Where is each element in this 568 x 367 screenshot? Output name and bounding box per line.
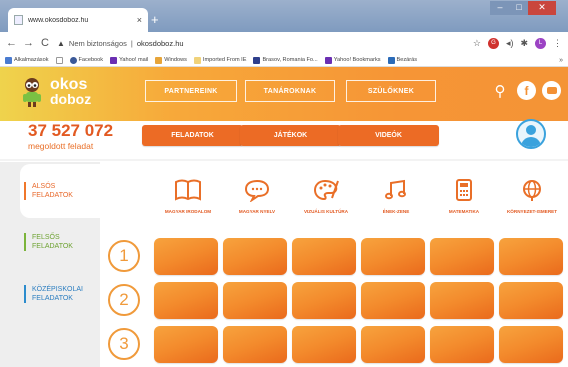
security-label: Nem biztonságos [68,38,127,48]
book-icon [175,179,201,201]
grade-1-badge: 1 [108,240,140,272]
grade-2-tile[interactable] [499,282,563,319]
calculator-icon [456,179,472,201]
bookmark-apps[interactable]: Alkalmazások [5,56,49,64]
sidebar-item-kozepiskolai[interactable]: KÖZÉPISKOLAI FELADATOK [24,285,98,303]
palette-icon [313,179,339,201]
tab-jatekok[interactable]: JÁTÉKOK [240,125,341,146]
warning-icon: ▲ [57,38,65,48]
back-icon[interactable]: ← [6,37,17,49]
grade-1-tile[interactable] [430,238,494,275]
google-icon [55,56,63,64]
browser-tab[interactable]: www.okosdoboz.hu × [8,8,148,32]
subject-enek-zene[interactable]: ÉNEK-ZENE [366,178,426,215]
grade-2-tile[interactable] [292,282,356,319]
grade-3-tile[interactable] [361,326,425,363]
windows-icon [155,56,163,64]
grade-3-tile[interactable] [154,326,218,363]
grade-1-tile[interactable] [292,238,356,275]
search-icon[interactable]: ⚲ [490,81,510,101]
tab-videok[interactable]: VIDEÓK [338,125,439,146]
reload-icon[interactable]: C [40,37,50,49]
page-icon [14,15,23,25]
bookmark-yahoo-mail[interactable]: Yahoo! mail [110,56,148,64]
grade-3-badge: 3 [108,328,140,360]
bookmark-facebook[interactable]: Facebook [69,56,103,64]
subject-magyar-nyelv[interactable]: MAGYAR NYELV [227,178,287,215]
bookmarks-bar: Alkalmazások Facebook Yahoo! mail Window… [0,54,568,67]
more-bookmarks-icon[interactable]: » [559,57,563,64]
music-note-icon [385,179,406,200]
mail-icon [110,56,118,64]
close-tab-icon[interactable]: × [137,15,142,25]
grade-2-tile[interactable] [154,282,218,319]
grade-1-tile[interactable] [154,238,218,275]
url-text: okosdoboz.hu [136,38,184,48]
partners-button[interactable]: PARTNEREINK [145,80,237,102]
speech-bubble-icon [244,179,270,202]
site-logo[interactable]: okos doboz [20,75,102,115]
grade-1-tile[interactable] [361,238,425,275]
sidebar-item-also[interactable]: ALSÓS FELADATOK [24,182,98,200]
browser-tab-bar: www.okosdoboz.hu × + – □ ✕ [0,0,568,32]
grade-3-tile[interactable] [499,326,563,363]
globe-icon [523,180,541,201]
extension-g-icon[interactable]: G [487,37,499,49]
subject-magyar-irodalom[interactable]: MAGYAR IRODALOM [158,178,218,215]
subject-kornyezetismeret[interactable]: KÖRNYEZET-ISMERET [502,178,562,215]
bookmark-bezaras[interactable]: Bezárás [387,56,417,64]
mascot-icon [23,78,41,107]
speaker-icon[interactable]: ◂) [506,38,514,49]
browser-toolbar: ← → C ▲ Nem biztonságos | okosdoboz.hu ☆… [0,32,568,54]
window-controls: – □ ✕ [490,1,556,15]
profile-avatar[interactable]: L [535,37,546,49]
menu-icon[interactable]: ⋮ [553,38,562,49]
teachers-button[interactable]: TANÁROKNAK [245,80,335,102]
parents-button[interactable]: SZÜLŐKNEK [346,80,436,102]
grade-1-tile[interactable] [499,238,563,275]
forward-icon[interactable]: → [23,37,34,49]
weather-icon [253,56,261,64]
grade-2-tile[interactable] [223,282,287,319]
subject-matematika[interactable]: MATEMATIKA [434,178,494,215]
grade-1-tile[interactable] [223,238,287,275]
solved-counter-label: megoldott feladat [28,141,94,151]
folder-icon [193,56,201,64]
bookmark-google[interactable] [55,56,63,64]
message-icon[interactable] [542,81,561,100]
grade-2-badge: 2 [108,284,140,316]
bookmark-yahoo[interactable]: Yahoo! Bookmarks [324,56,381,64]
bookmark-brasov[interactable]: Brasov, Romania Fo... [253,56,318,64]
window-close-button[interactable]: ✕ [528,1,556,15]
tab-feladatok[interactable]: FELADATOK [142,125,243,146]
divider [0,159,568,161]
yahoo-icon [324,56,332,64]
grade-3-tile[interactable] [223,326,287,363]
grade-2-tile[interactable] [361,282,425,319]
sidebar-item-felso[interactable]: FELSŐS FELADATOK [24,233,98,251]
tab-title: www.okosdoboz.hu [28,16,89,24]
grade-2-tile[interactable] [430,282,494,319]
puzzle-icon[interactable]: ✱ [520,38,528,49]
apps-icon [5,56,12,64]
solved-counter: 37 527 072 [28,121,114,140]
new-tab-button[interactable]: + [151,13,159,27]
star-icon[interactable]: ☆ [473,38,481,49]
facebook-icon [387,56,395,64]
bookmark-imported[interactable]: Imported From IE [193,56,246,64]
subject-vizualis-kultura[interactable]: VIZUÁLIS KULTÚRA [296,178,356,215]
bookmark-windows[interactable]: Windows [155,56,187,64]
address-bar[interactable]: ▲ Nem biztonságos | okosdoboz.hu [57,34,466,52]
facebook-icon[interactable]: f [517,81,536,100]
grade-3-tile[interactable] [430,326,494,363]
site-header: okos doboz PARTNEREINK TANÁROKNAK SZÜLŐK… [0,67,568,121]
facebook-icon [69,56,77,64]
minimize-button[interactable]: – [490,1,510,15]
user-avatar[interactable] [516,119,546,149]
maximize-button[interactable]: □ [510,1,528,15]
grade-3-tile[interactable] [292,326,356,363]
logo-text: okos doboz [50,76,92,107]
